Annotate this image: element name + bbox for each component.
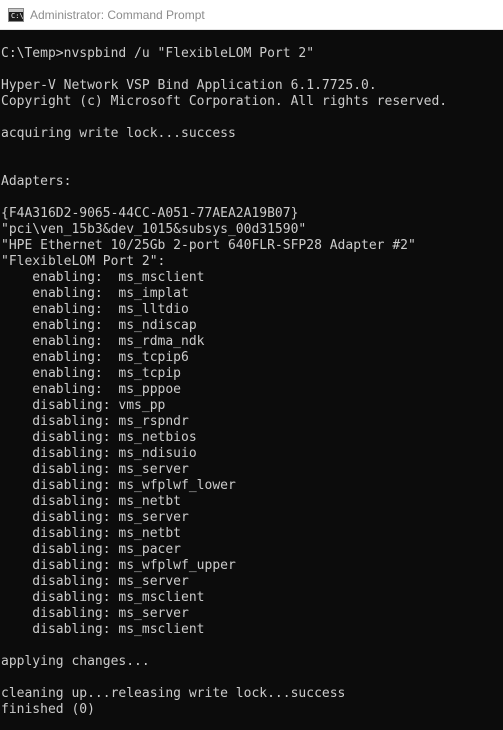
console-line: disabling: ms_server — [1, 606, 189, 621]
console-line: disabling: ms_server — [1, 574, 189, 589]
console-line: enabling: ms_tcpip — [1, 366, 182, 381]
console-line: enabling: ms_implat — [1, 286, 189, 301]
console-line: disabling: ms_server — [1, 510, 189, 525]
console-line: "HPE Ethernet 10/25Gb 2-port 640FLR-SFP2… — [1, 238, 416, 253]
console-line: disabling: ms_pacer — [1, 542, 182, 557]
console-line: disabling: ms_netbios — [1, 430, 197, 445]
console-line: finished (0) — [1, 702, 95, 717]
window-title: Administrator: Command Prompt — [30, 7, 205, 22]
console-line: enabling: ms_rdma_ndk — [1, 334, 205, 349]
console-line: disabling: ms_msclient — [1, 590, 205, 605]
console-line: disabling: ms_rspndr — [1, 414, 189, 429]
console-line: "pci\ven_15b3&dev_1015&subsys_00d31590" — [1, 222, 307, 237]
console-line: disabling: ms_ndisuio — [1, 446, 197, 461]
console-line: "FlexibleLOM Port 2": — [1, 254, 166, 269]
command-prompt-window: C:\ Administrator: Command Prompt C:\Tem… — [0, 0, 503, 730]
console-line: disabling: vms_pp — [1, 398, 166, 413]
console-line: acquiring write lock...success — [1, 126, 236, 141]
console-line: enabling: ms_lltdio — [1, 302, 189, 317]
console-line: disabling: ms_wfplwf_upper — [1, 558, 236, 573]
console-line: cleaning up...releasing write lock...suc… — [1, 686, 346, 701]
console-line: disabling: ms_wfplwf_lower — [1, 478, 236, 493]
console-line: Copyright (c) Microsoft Corporation. All… — [1, 94, 448, 109]
console-line: disabling: ms_netbt — [1, 526, 182, 541]
console-line: enabling: ms_ndiscap — [1, 318, 197, 333]
console-line: applying changes... — [1, 654, 150, 669]
console-line: disabling: ms_server — [1, 462, 189, 477]
title-bar[interactable]: C:\ Administrator: Command Prompt — [0, 0, 503, 30]
console-output[interactable]: C:\Temp>nvspbind /u "FlexibleLOM Port 2"… — [0, 30, 503, 730]
console-line: Hyper-V Network VSP Bind Application 6.1… — [1, 78, 377, 93]
console-line: disabling: ms_netbt — [1, 494, 182, 509]
console-line: Adapters: — [1, 174, 72, 189]
console-line: enabling: ms_tcpip6 — [1, 350, 189, 365]
console-line: C:\Temp>nvspbind /u "FlexibleLOM Port 2" — [1, 46, 315, 61]
console-line: enabling: ms_msclient — [1, 270, 205, 285]
console-line: {F4A316D2-9065-44CC-A051-77AEA2A19B07} — [1, 206, 299, 221]
cmd-icon: C:\ — [8, 7, 24, 22]
console-line: disabling: ms_msclient — [1, 622, 205, 637]
cmd-icon-prompt-glyph: C:\ — [11, 11, 24, 20]
console-line: enabling: ms_pppoe — [1, 382, 182, 397]
